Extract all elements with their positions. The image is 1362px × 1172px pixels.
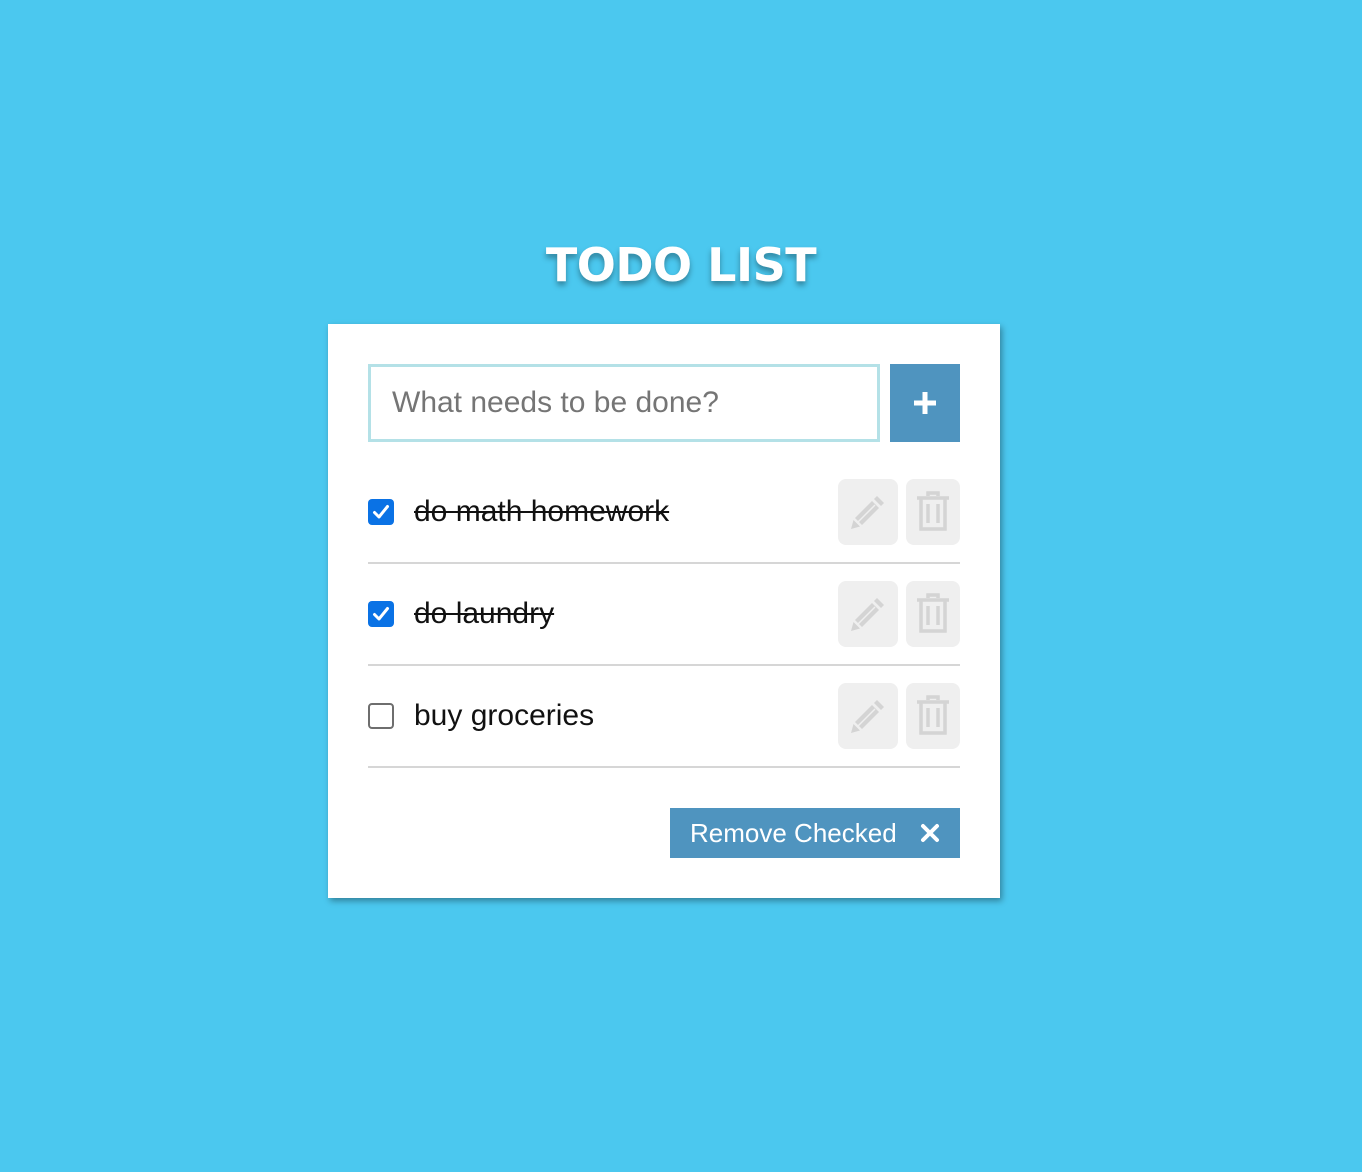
todo-text: do math homework	[414, 495, 670, 528]
list-item: do math homework	[368, 442, 960, 564]
todo-checkbox[interactable]	[368, 499, 394, 525]
trash-icon	[917, 695, 949, 735]
todo-checkbox[interactable]	[368, 601, 394, 627]
pencil-icon	[851, 496, 884, 529]
todo-checkbox[interactable]	[368, 703, 394, 729]
edit-button[interactable]	[838, 479, 898, 545]
close-icon	[921, 824, 939, 842]
remove-checked-button[interactable]: Remove Checked	[670, 808, 960, 858]
todo-input[interactable]	[368, 364, 880, 442]
item-actions	[838, 581, 960, 647]
edit-button[interactable]	[838, 683, 898, 749]
page-title: TODO LIST	[545, 238, 817, 292]
checkmark-icon	[373, 505, 389, 519]
pencil-icon	[851, 598, 884, 631]
delete-button[interactable]	[906, 581, 960, 647]
add-button[interactable]	[890, 364, 960, 442]
footer: Remove Checked	[670, 808, 960, 858]
list-item: buy groceries	[368, 666, 960, 768]
pencil-icon	[851, 700, 884, 733]
todo-card: do math homework	[328, 324, 1000, 898]
trash-icon	[917, 593, 949, 633]
list-item: do laundry	[368, 564, 960, 666]
todo-text: do laundry	[414, 597, 555, 630]
remove-checked-label: Remove Checked	[690, 817, 897, 848]
plus-icon	[914, 392, 936, 414]
todo-text: buy groceries	[414, 699, 595, 732]
checkmark-icon	[373, 607, 389, 621]
todo-list: do math homework do laundry buy grocerie…	[368, 442, 960, 768]
input-row	[368, 364, 960, 442]
delete-button[interactable]	[906, 683, 960, 749]
delete-button[interactable]	[906, 479, 960, 545]
edit-button[interactable]	[838, 581, 898, 647]
trash-icon	[917, 491, 949, 531]
item-actions	[838, 683, 960, 749]
item-actions	[838, 479, 960, 545]
